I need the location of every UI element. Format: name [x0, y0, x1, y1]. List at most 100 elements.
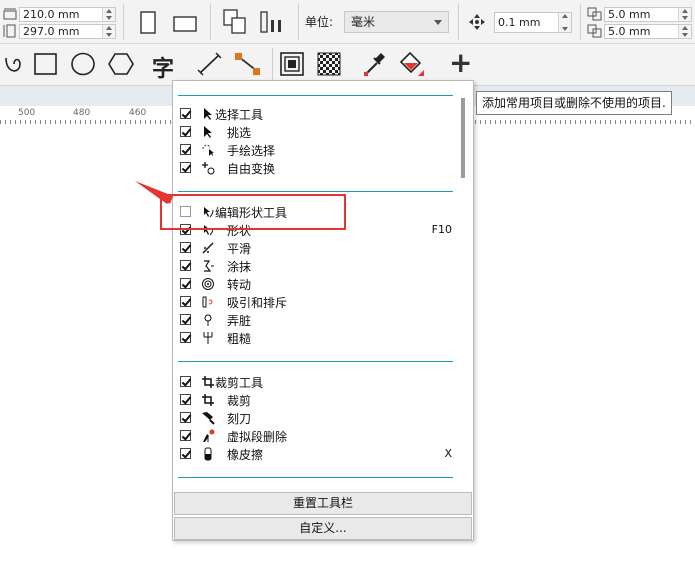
- menu-item-crop[interactable]: 裁剪: [179, 391, 455, 409]
- menu-item-shortcut: X: [444, 447, 452, 460]
- menu-item-pick[interactable]: 挑选: [179, 123, 455, 141]
- checkbox[interactable]: [180, 242, 191, 253]
- menu-item-virtual-segment-delete[interactable]: 虚拟段删除: [179, 427, 455, 445]
- menu-item-pick-group[interactable]: 选择工具: [179, 105, 455, 123]
- landscape-icon[interactable]: [172, 10, 198, 36]
- menu-item-attract-repel[interactable]: 吸引和排斥: [179, 293, 455, 311]
- checkbox[interactable]: [180, 278, 191, 289]
- contour-tool-icon[interactable]: [279, 52, 305, 76]
- nudge-value: 0.1 mm: [498, 16, 541, 29]
- checkbox[interactable]: [180, 412, 191, 423]
- menu-divider: [178, 191, 453, 192]
- all-pages-icon[interactable]: [222, 8, 248, 36]
- rectangle-tool-icon[interactable]: [33, 52, 59, 76]
- ellipse-tool-icon[interactable]: [70, 52, 96, 76]
- checkbox[interactable]: [180, 332, 191, 343]
- menu-item-freehand-pick[interactable]: 手绘选择: [179, 141, 455, 159]
- page-width-stepper[interactable]: [102, 8, 115, 21]
- tooltip: 添加常用项目或删除不使用的项目.: [476, 91, 672, 115]
- crop-icon: [202, 394, 214, 406]
- checkbox[interactable]: [180, 394, 191, 405]
- separator: [123, 4, 124, 40]
- text-tool-icon[interactable]: 字: [152, 51, 174, 83]
- menu-item-label: 弄脏: [227, 314, 252, 328]
- transparency-tool-icon[interactable]: [317, 52, 341, 76]
- duplicate-x-icon: [587, 7, 602, 21]
- dimension-tool-icon[interactable]: [197, 52, 223, 76]
- pick-arrow-icon: [204, 108, 212, 120]
- menu-item-label: 平滑: [227, 242, 252, 256]
- menu-item-smooth[interactable]: 平滑: [179, 239, 455, 257]
- page-width-icon: [3, 8, 17, 20]
- page-height-input[interactable]: 297.0 mm: [19, 24, 116, 39]
- menu-item-smudge[interactable]: 弄脏: [179, 311, 455, 329]
- twirl-icon: [202, 278, 214, 290]
- menu-item-label: 吸引和排斥: [227, 296, 288, 310]
- checkbox[interactable]: [180, 314, 191, 325]
- checkbox[interactable]: [180, 448, 191, 459]
- menu-item-twirl[interactable]: 转动: [179, 275, 455, 293]
- reset-toolbar-button[interactable]: 重置工具栏: [174, 492, 472, 515]
- menu-item-label: 挑选: [227, 126, 252, 140]
- menu-item-knife[interactable]: 刻刀: [179, 409, 455, 427]
- units-label: 单位:: [305, 15, 334, 29]
- duplicate-y-icon: [587, 24, 602, 38]
- smudge-icon: [204, 314, 212, 326]
- page-height-stepper[interactable]: [102, 25, 115, 38]
- nudge-input[interactable]: 0.1 mm: [494, 12, 572, 33]
- duplicate-y-input[interactable]: 5.0 mm: [604, 24, 692, 39]
- separator: [458, 4, 459, 40]
- customize-button[interactable]: 自定义...: [174, 517, 472, 540]
- duplicate-y-stepper[interactable]: [678, 25, 691, 38]
- eraser-icon: [204, 447, 212, 461]
- current-page-icon[interactable]: [258, 8, 288, 36]
- portrait-icon[interactable]: [137, 10, 159, 36]
- checkbox[interactable]: [180, 430, 191, 441]
- page-width-input[interactable]: 210.0 mm: [19, 7, 116, 22]
- duplicate-x-value: 5.0 mm: [608, 8, 651, 21]
- menu-item-smear[interactable]: 涂抹: [179, 257, 455, 275]
- checkbox[interactable]: [180, 296, 191, 307]
- checkbox[interactable]: [180, 260, 191, 271]
- duplicate-x-input[interactable]: 5.0 mm: [604, 7, 692, 22]
- menu-item-roughen[interactable]: 粗糙: [179, 329, 455, 347]
- duplicate-y-value: 5.0 mm: [608, 25, 651, 38]
- checkbox[interactable]: [180, 376, 191, 387]
- menu-item-label: 橡皮擦: [227, 448, 264, 462]
- crop-icon: [202, 376, 214, 388]
- menu-divider: [178, 95, 453, 96]
- page-height-icon: [3, 24, 16, 38]
- freehand-pick-icon: [202, 144, 214, 156]
- polygon-tool-icon[interactable]: [107, 52, 135, 76]
- units-dropdown[interactable]: 毫米: [344, 11, 449, 33]
- page-height-value: 297.0 mm: [23, 25, 80, 38]
- chevron-down-icon: [434, 20, 442, 25]
- nudge-stepper[interactable]: [558, 13, 571, 32]
- checkbox[interactable]: [180, 144, 191, 155]
- connector-tool-icon[interactable]: [234, 52, 262, 76]
- separator: [580, 4, 581, 40]
- fill-tool-icon[interactable]: [398, 50, 426, 78]
- attract-repel-icon: [202, 296, 213, 308]
- menu-item-label: 转动: [227, 278, 252, 292]
- eyedropper-tool-icon[interactable]: [362, 50, 388, 78]
- roughen-icon: [203, 332, 213, 344]
- checkbox[interactable]: [180, 108, 191, 119]
- add-tool-button[interactable]: +: [449, 46, 472, 79]
- checkbox[interactable]: [180, 126, 191, 137]
- menu-item-label: 手绘选择: [227, 144, 276, 158]
- menu-item-label: 选择工具: [215, 108, 264, 122]
- menu-item-crop-group[interactable]: 裁剪工具: [179, 373, 455, 391]
- ruler-tick-label: 460: [129, 108, 147, 118]
- ruler-tick-label: 500: [18, 108, 36, 118]
- menu-item-label: 裁剪工具: [215, 376, 264, 390]
- separator: [298, 4, 299, 40]
- menu-item-label: 裁剪: [227, 394, 252, 408]
- menu-item-free-transform[interactable]: 自由变换: [179, 159, 455, 177]
- checkbox[interactable]: [180, 162, 191, 173]
- duplicate-x-stepper[interactable]: [678, 8, 691, 21]
- menu-item-eraser[interactable]: 橡皮擦 X: [179, 445, 455, 463]
- menu-scrollbar[interactable]: [461, 98, 465, 178]
- menu-item-label: 粗糙: [227, 332, 252, 346]
- spiral-tool-icon[interactable]: [2, 52, 24, 76]
